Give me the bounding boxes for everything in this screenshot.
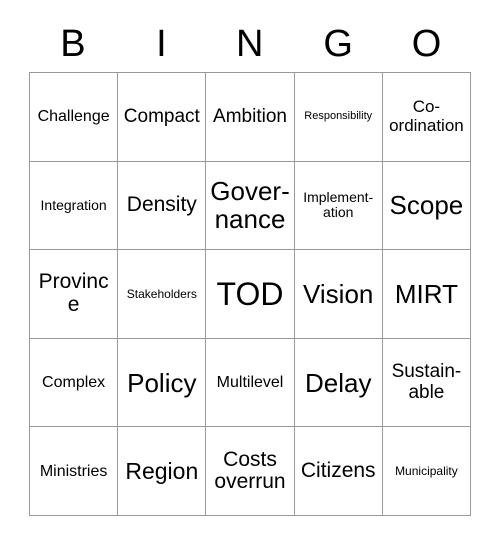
bingo-cell[interactable]: Province bbox=[30, 250, 119, 339]
bingo-cell-label: Vision bbox=[303, 278, 374, 309]
bingo-cell-label: Municipality bbox=[395, 463, 458, 478]
bingo-cell-label: Ambition bbox=[213, 105, 287, 127]
bingo-cell[interactable]: Stakeholders bbox=[118, 250, 207, 339]
bingo-cell-label: Province bbox=[38, 270, 109, 316]
bingo-cell[interactable]: Challenge bbox=[30, 73, 119, 162]
bingo-header-letter-g: G bbox=[323, 23, 354, 65]
bingo-cell[interactable]: Density bbox=[118, 161, 207, 251]
bingo-cell[interactable]: Responsibility bbox=[294, 73, 383, 162]
bingo-header-letter-n: N bbox=[236, 23, 264, 65]
bingo-cell-label: Region bbox=[125, 457, 199, 484]
bingo-cell-label: Compact bbox=[123, 105, 200, 127]
bingo-cell-label: Co-​ordination bbox=[389, 97, 464, 135]
bingo-row: Province Stakeholders TOD Vision MIRT bbox=[30, 250, 472, 339]
bingo-cell-label: Scope bbox=[389, 190, 464, 221]
bingo-cell-label: Ministries bbox=[39, 462, 108, 480]
bingo-cell-label: Multilevel bbox=[216, 373, 284, 391]
bingo-cell[interactable]: Vision bbox=[294, 250, 383, 339]
bingo-cell[interactable]: Ministries bbox=[30, 427, 119, 516]
bingo-row: Integration Density Gover-​nance Impleme… bbox=[30, 161, 472, 251]
bingo-grid: Challenge Compact Ambition Responsibilit… bbox=[29, 72, 472, 516]
bingo-cell[interactable]: TOD bbox=[206, 250, 295, 339]
bingo-cell[interactable]: Region bbox=[118, 427, 207, 516]
bingo-header-letter-i: I bbox=[156, 23, 168, 65]
bingo-cell-label: Citizens bbox=[300, 458, 376, 482]
bingo-row: Complex Policy Multilevel Delay Sustain-… bbox=[30, 338, 472, 428]
bingo-cell[interactable]: Multilevel bbox=[206, 338, 295, 428]
bingo-cell-label: Integration bbox=[40, 196, 107, 213]
bingo-cell[interactable]: Delay bbox=[294, 338, 383, 428]
bingo-card: B I N G O Challenge Compact Ambition Res… bbox=[0, 0, 500, 544]
bingo-cell[interactable]: Integration bbox=[30, 161, 119, 251]
bingo-row: Challenge Compact Ambition Responsibilit… bbox=[30, 73, 472, 162]
bingo-cell[interactable]: Citizens bbox=[294, 427, 383, 516]
bingo-cell-label: Responsibility bbox=[304, 109, 373, 122]
bingo-cell-label: Costs overrun bbox=[214, 447, 286, 494]
bingo-cell-label: Delay bbox=[304, 367, 372, 398]
bingo-cell[interactable]: Sustain-​able bbox=[382, 338, 472, 428]
bingo-cell[interactable]: Municipality bbox=[382, 427, 472, 516]
bingo-header-letter-o: O bbox=[411, 23, 442, 65]
bingo-cell[interactable]: Policy bbox=[118, 338, 207, 428]
bingo-cell-label: Policy bbox=[127, 367, 197, 398]
bingo-cell[interactable]: Complex bbox=[30, 338, 119, 428]
bingo-cell-label: Implement-​ation bbox=[303, 189, 374, 221]
bingo-cell-label: Gover-​nance bbox=[210, 176, 290, 235]
bingo-cell[interactable]: Co-​ordination bbox=[382, 73, 472, 162]
bingo-cell[interactable]: Gover-​nance bbox=[206, 161, 295, 251]
bingo-cell[interactable]: Costs overrun bbox=[206, 427, 295, 516]
bingo-cell-label: Sustain-​able bbox=[391, 361, 462, 403]
bingo-cell-label: TOD bbox=[216, 275, 284, 312]
bingo-cell[interactable]: Ambition bbox=[206, 73, 295, 162]
bingo-header-letter-b: B bbox=[60, 23, 87, 65]
bingo-cell[interactable]: Scope bbox=[382, 161, 472, 251]
bingo-header-row: B I N G O bbox=[29, 18, 471, 70]
bingo-cell-label: MIRT bbox=[394, 278, 458, 309]
bingo-row: Ministries Region Costs overrun Citizens… bbox=[30, 427, 472, 516]
bingo-cell-label: Challenge bbox=[37, 108, 110, 126]
bingo-cell[interactable]: MIRT bbox=[382, 250, 472, 339]
bingo-cell-label: Complex bbox=[42, 373, 106, 391]
bingo-cell[interactable]: Compact bbox=[118, 73, 207, 162]
bingo-cell-label: Density bbox=[126, 193, 197, 217]
bingo-cell-label: Stakeholders bbox=[126, 286, 197, 301]
bingo-cell[interactable]: Implement-​ation bbox=[294, 161, 383, 251]
